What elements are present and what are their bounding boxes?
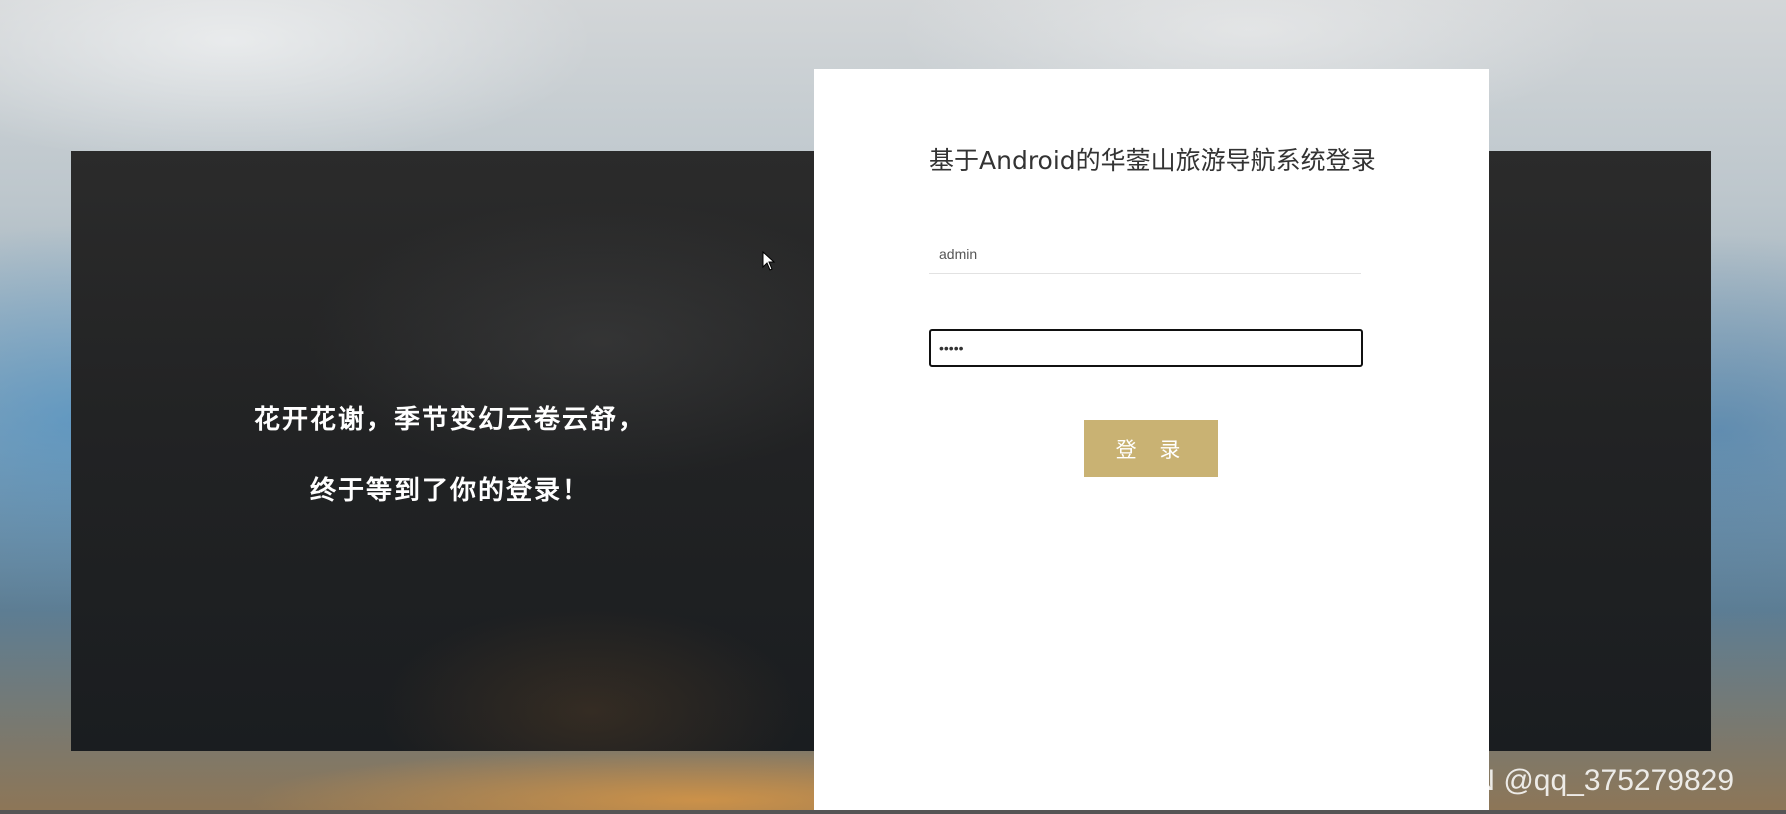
login-button[interactable]: 登 录	[1084, 420, 1218, 477]
hero-slogan-line-2: 终于等到了你的登录！	[309, 476, 590, 506]
username-input[interactable]	[929, 234, 1361, 274]
mouse-cursor-icon	[762, 251, 776, 271]
password-input[interactable]	[929, 329, 1363, 367]
hero-slogan-line-1: 花开花谢，季节变幻云卷云舒，	[253, 405, 646, 435]
watermark-text: CSDN @qq_375279829	[1410, 764, 1735, 797]
bottom-edge	[0, 810, 1786, 814]
login-card: 基于Android的华蓥山旅游导航系统登录 登 录	[814, 69, 1489, 814]
login-title: 基于Android的华蓥山旅游导航系统登录	[929, 146, 1376, 175]
